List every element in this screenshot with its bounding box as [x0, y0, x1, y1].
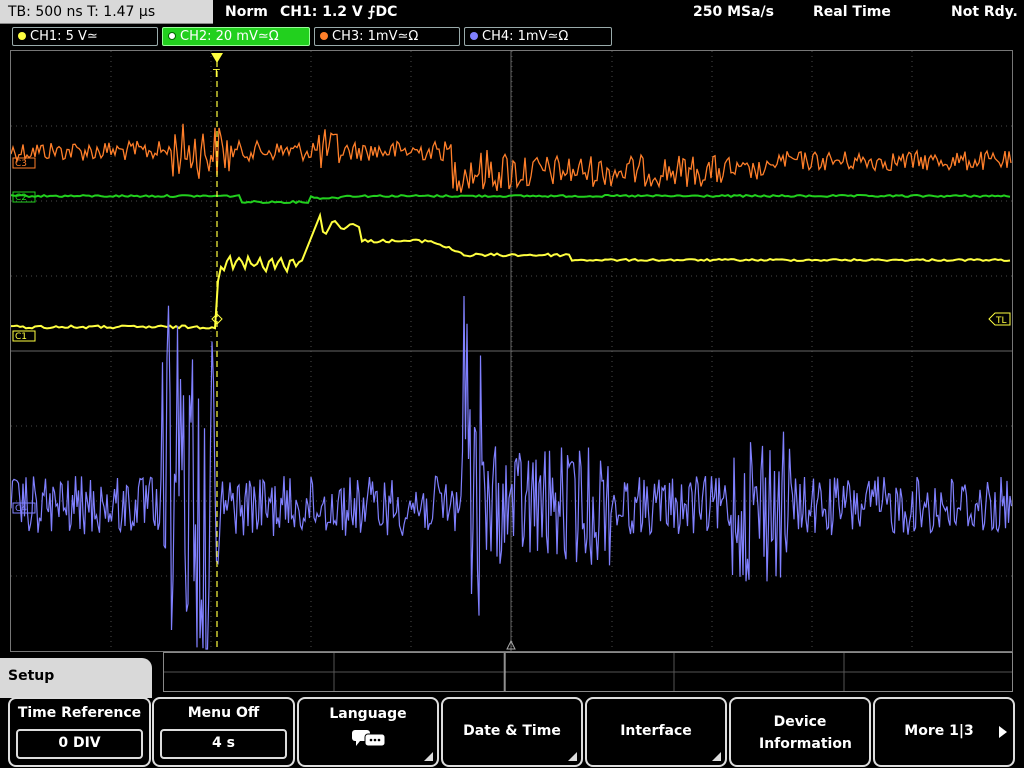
- device-information-softkey[interactable]: Device Information: [729, 697, 871, 767]
- arrow-right-icon: [999, 726, 1007, 738]
- time-reference-label: Time Reference: [17, 705, 142, 721]
- timebase-text: TB: 500 ns T: 1.47 µs: [8, 4, 156, 20]
- time-reference-value-box: 0 DIV: [16, 729, 143, 759]
- ch1-ref-marker: C1: [15, 332, 27, 342]
- acquisition-mode: Real Time: [813, 4, 891, 20]
- ch2-ref-marker: C2: [15, 193, 27, 203]
- ch3-ref-marker: C3: [15, 159, 27, 169]
- waveform-canvas: T C3 C2 C1 C4 TL: [10, 51, 1013, 651]
- ch4-color-dot: [470, 32, 478, 40]
- overview-grid: [164, 653, 1012, 691]
- date-time-softkey[interactable]: Date & Time: [441, 697, 583, 767]
- menu-off-value-box: 4 s: [160, 729, 287, 759]
- ch1-color-dot: [18, 32, 26, 40]
- menu-off-softkey[interactable]: Menu Off 4 s: [152, 697, 295, 767]
- date-time-label: Date & Time: [463, 723, 561, 739]
- language-label: Language: [329, 706, 407, 722]
- trigger-pos-label: T: [212, 67, 220, 80]
- channel-tab-ch2[interactable]: CH2: 20 mV≃Ω: [162, 27, 310, 46]
- more-softkey[interactable]: More 1|3: [873, 697, 1015, 767]
- interface-softkey[interactable]: Interface: [585, 697, 727, 767]
- trigger-level-marker: TL: [995, 316, 1007, 326]
- language-softkey[interactable]: Language: [297, 697, 439, 767]
- time-reference-value: 0 DIV: [58, 735, 101, 751]
- zoom-overview-strip[interactable]: [163, 652, 1013, 692]
- channel-tab-ch1[interactable]: CH1: 5 V≃: [12, 27, 158, 46]
- ch2-color-dot: [168, 32, 176, 40]
- more-label: More 1|3: [904, 723, 974, 739]
- trigger-mode[interactable]: Norm: [225, 0, 268, 24]
- menu-off-label: Menu Off: [187, 705, 260, 721]
- acquisition-state: Not Rdy.: [951, 4, 1018, 20]
- sample-rate: 250 MSa/s: [693, 4, 775, 20]
- ch3-label: CH3: 1mV≃Ω: [332, 29, 419, 44]
- channel-tab-ch3[interactable]: CH3: 1mV≃Ω: [314, 27, 460, 46]
- ch3-color-dot: [320, 32, 328, 40]
- ch2-label: CH2: 20 mV≃Ω: [180, 29, 279, 44]
- submenu-indicator-icon: [568, 752, 577, 761]
- channel-tab-ch4[interactable]: CH4: 1mV≃Ω: [464, 27, 612, 46]
- status-strip: Norm CH1: 1.2 V ⨍DC 250 MSa/s Real Time …: [215, 0, 1024, 24]
- speech-bubble-icon: [352, 730, 386, 747]
- menu-off-value: 4 s: [212, 735, 235, 751]
- interface-label: Interface: [620, 723, 692, 739]
- submenu-indicator-icon: [424, 752, 433, 761]
- waveform-display[interactable]: T C3 C2 C1 C4 TL: [10, 50, 1013, 652]
- timebase-readout[interactable]: TB: 500 ns T: 1.47 µs: [0, 0, 213, 24]
- ch1-label: CH1: 5 V≃: [30, 29, 98, 44]
- menu-title: Setup: [8, 668, 55, 684]
- menu-title-tab: Setup: [0, 658, 152, 698]
- submenu-indicator-icon: [712, 752, 721, 761]
- ch4-label: CH4: 1mV≃Ω: [482, 29, 569, 44]
- trigger-info[interactable]: CH1: 1.2 V ⨍DC: [280, 0, 397, 24]
- ch4-ref-marker: C4: [15, 504, 27, 514]
- trigger-position-marker: [211, 53, 223, 63]
- device-information-label: Device Information: [759, 714, 852, 752]
- time-reference-softkey[interactable]: Time Reference 0 DIV: [8, 697, 151, 767]
